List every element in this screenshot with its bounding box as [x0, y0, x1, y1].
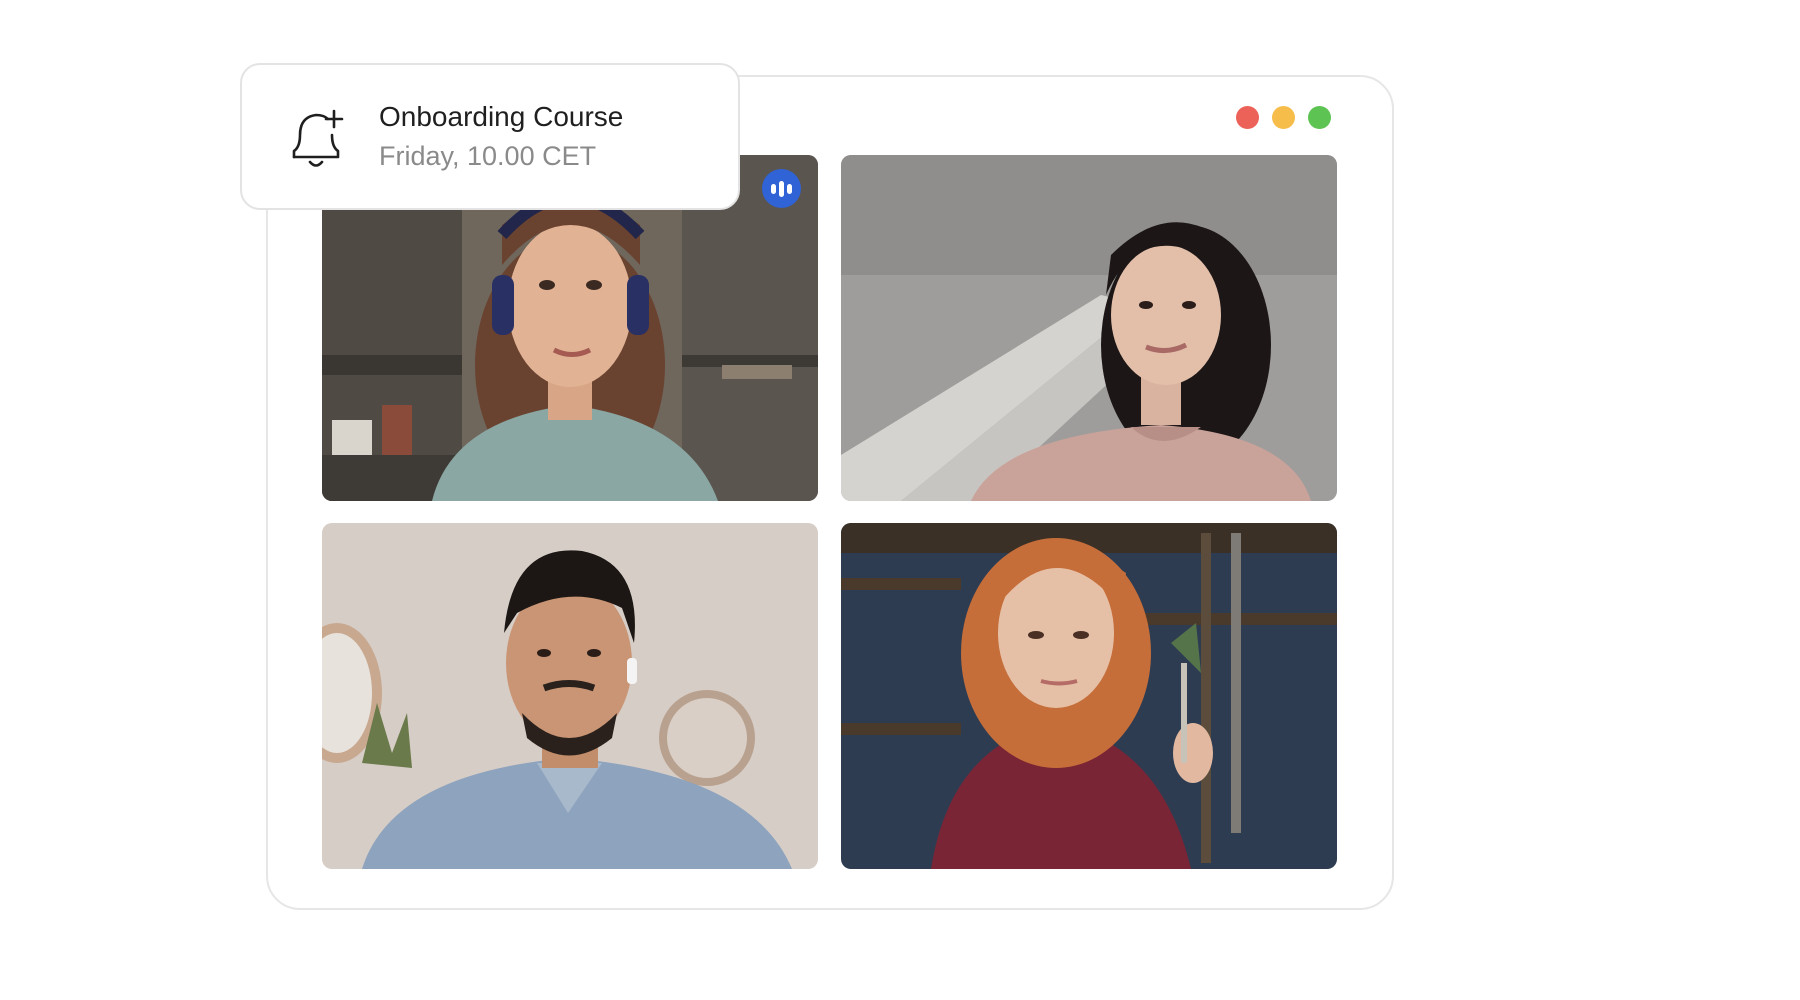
notification-time: Friday, 10.00 CET — [379, 141, 597, 171]
participant-video-3[interactable] — [322, 523, 818, 869]
participant-image-4 — [841, 523, 1337, 869]
meeting-notification[interactable]: Onboarding Course Friday, 10.00 CET — [240, 63, 740, 210]
audio-wave-icon — [771, 183, 776, 194]
participant-video-4[interactable] — [841, 523, 1337, 869]
participant-image-2 — [841, 155, 1337, 501]
participant-image-3 — [322, 523, 818, 869]
minimize-window-button[interactable] — [1272, 106, 1295, 129]
close-window-button[interactable] — [1236, 106, 1259, 129]
speaking-indicator — [762, 169, 801, 208]
notification-title: Onboarding Course — [379, 101, 624, 132]
participant-video-2[interactable] — [841, 155, 1337, 501]
bell-plus-icon — [292, 109, 344, 167]
maximize-window-button[interactable] — [1308, 106, 1331, 129]
